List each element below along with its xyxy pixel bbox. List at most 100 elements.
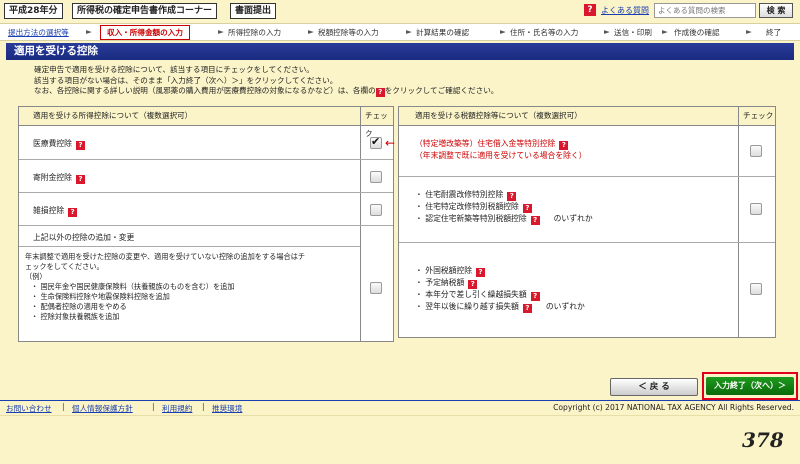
step-post-check: 作成後の確認 xyxy=(674,28,720,37)
step-navigation: 提出方法の選択等 ► 収入・所得金額の入力 ► 所得控除の入力 ► 税額控除等の… xyxy=(0,23,800,41)
foreign-tax-list: ・ 外国税額控除? ・ 予定納税額? ・ 本年分で差し引く繰越損失額? ・ 翌年… xyxy=(415,265,585,313)
step-deduction-input: 所得控除の入力 xyxy=(228,28,282,37)
step-arrow-icon: ► xyxy=(308,27,314,36)
desc-line-1: 年末調整で適用を受けた控除の変更や、適用を受けていない控除の追加をする場合はチ xyxy=(25,252,306,261)
other-deductions-checkbox[interactable] xyxy=(370,282,382,294)
income-deduction-table: 適用を受ける所得控除について（複数選択可） チェック 医療費控除? ← 寄附金控… xyxy=(18,106,396,342)
help-icon[interactable]: ? xyxy=(75,141,85,150)
step-current-income: 収入・所得金額の入力 xyxy=(100,25,190,40)
housing-renovation-checkbox[interactable] xyxy=(750,203,762,215)
other-deductions-title: 上記以外の控除の追加・変更 xyxy=(33,233,135,242)
list-item: ・ 本年分で差し引く繰越損失額? xyxy=(415,289,585,301)
table-row: 寄附金控除? xyxy=(19,160,393,193)
help-icon[interactable]: ? xyxy=(522,204,532,213)
table-header: 適用を受ける所得控除について（複数選択可） チェック xyxy=(19,107,393,138)
table-header: 適用を受ける税額控除等について（複数選択可） チェック xyxy=(399,107,775,126)
housing-loan-note: （年末調整で既に適用を受けている場合を除く） xyxy=(415,151,587,160)
list-item: ・ 配偶者控除の適用をやめる xyxy=(31,302,127,311)
donation-deduction-label: 寄附金控除? xyxy=(33,172,85,184)
bottom-area xyxy=(0,415,800,464)
tax-credit-table: 適用を受ける税額控除等について（複数選択可） チェック （特定増改築等）住宅借入… xyxy=(398,106,776,338)
step-address-input: 住所・氏名等の入力 xyxy=(510,28,579,37)
table-header-label: 適用を受ける税額控除等について（複数選択可） xyxy=(415,111,582,120)
other-deductions-row: 上記以外の控除の追加・変更 年末調整で適用を受けた控除の変更や、適用を受けていな… xyxy=(19,226,393,341)
medical-deduction-label: 医療費控除? xyxy=(33,138,85,150)
footer-separator: | xyxy=(202,402,205,411)
header: 平成28年分 所得税の確定申告書作成コーナー 書面提出 ? よくある質問 検 索 xyxy=(0,0,800,22)
intro-line-3: なお、各控除に関する詳しい説明（風邪薬の購入費用が医療費控除の対象になるかなど）… xyxy=(34,86,794,97)
red-arrow-icon: ← xyxy=(385,136,396,150)
help-icon[interactable]: ? xyxy=(68,208,78,217)
list-item: ・ 住宅耐震改修特別控除? xyxy=(415,189,593,201)
help-icon[interactable]: ? xyxy=(584,4,596,16)
other-deductions-description: 年末調整で適用を受けた控除の変更や、適用を受けていない控除の追加をする場合はチ … xyxy=(25,252,359,322)
table-row: ・ 住宅耐震改修特別控除? ・ 住宅特定改修特別税額控除? ・ 認定住宅新築等特… xyxy=(399,177,775,243)
foreign-tax-checkbox[interactable] xyxy=(750,283,762,295)
copyright: Copyright (c) 2017 NATIONAL TAX AGENCY A… xyxy=(553,403,794,412)
divider xyxy=(19,246,360,247)
list-item: ・ 予定納税額? xyxy=(415,277,585,289)
help-icon[interactable]: ? xyxy=(559,141,569,150)
page-number: 378 xyxy=(742,428,784,452)
either-label: のいずれか xyxy=(545,302,585,311)
list-item: ・ 国民年金や国民健康保険料（扶養親族のものを含む）を追加 xyxy=(31,282,235,291)
step-arrow-icon: ► xyxy=(218,27,224,36)
footer-link-terms[interactable]: 利用規約 xyxy=(162,403,192,414)
finish-input-next-button[interactable]: 入力終了（次へ）＞ xyxy=(706,377,794,395)
step-arrow-icon: ► xyxy=(86,27,92,36)
table-row: （特定増改築等）住宅借入金等特別控除? （年末調整で既に適用を受けている場合を除… xyxy=(399,126,775,177)
page-title: 適用を受ける控除 xyxy=(6,43,794,60)
intro-text: 確定申告で適用を受ける控除について、該当する項目にチェックをしてください。 該当… xyxy=(34,65,794,97)
help-icon[interactable]: ? xyxy=(530,292,540,301)
footer-link-environment[interactable]: 推奨環境 xyxy=(212,403,242,414)
table-row: 雑損控除? xyxy=(19,193,393,226)
table-row: 医療費控除? xyxy=(19,126,393,160)
list-item: ・ 生命保険料控除や地震保険料控除を追加 xyxy=(31,292,170,301)
faq-search-input[interactable] xyxy=(654,3,756,18)
help-icon[interactable]: ? xyxy=(507,192,517,201)
table-row: ・ 外国税額控除? ・ 予定納税額? ・ 本年分で差し引く繰越損失額? ・ 翌年… xyxy=(399,243,775,337)
faq-link[interactable]: よくある質問 xyxy=(601,5,649,16)
housing-loan-checkbox[interactable] xyxy=(750,145,762,157)
step-arrow-icon: ► xyxy=(500,27,506,36)
app-frame: 平成28年分 所得税の確定申告書作成コーナー 書面提出 ? よくある質問 検 索… xyxy=(0,0,800,464)
footer-link-contact[interactable]: お問い合わせ xyxy=(6,403,52,414)
desc-line-2: ェックをしてください。 xyxy=(25,262,104,271)
list-item: ・ 住宅特定改修特別税額控除? xyxy=(415,201,593,213)
footer-separator: | xyxy=(152,402,155,411)
footer-link-privacy[interactable]: 個人情報保護方針 xyxy=(72,403,133,414)
help-icon[interactable]: ? xyxy=(522,304,532,313)
donation-deduction-checkbox[interactable] xyxy=(370,171,382,183)
housing-renovation-list: ・ 住宅耐震改修特別控除? ・ 住宅特定改修特別税額控除? ・ 認定住宅新築等特… xyxy=(415,189,593,225)
footer: お問い合わせ | 個人情報保護方針 | 利用規約 | 推奨環境 Copyrigh… xyxy=(0,400,800,414)
step-send-print: 送信・印刷 xyxy=(614,28,652,37)
medical-deduction-checkbox[interactable] xyxy=(370,135,382,149)
back-button[interactable]: ＜ 戻 る xyxy=(610,378,698,396)
help-icon[interactable]: ? xyxy=(476,268,486,277)
intro-line-1: 確定申告で適用を受ける控除について、該当する項目にチェックをしてください。 xyxy=(34,65,314,74)
step-arrow-icon: ► xyxy=(406,27,412,36)
example-label: （例） xyxy=(25,272,47,281)
search-button[interactable]: 検 索 xyxy=(759,3,793,18)
footer-separator: | xyxy=(62,402,65,411)
table-header-label: 適用を受ける所得控除について（複数選択可） xyxy=(33,111,193,120)
help-icon: ? xyxy=(375,88,385,97)
step-arrow-icon: ► xyxy=(746,27,752,36)
check-column-header: チェック xyxy=(743,111,774,120)
help-icon[interactable]: ? xyxy=(530,216,540,225)
intro-line-3b: をクリックしてご確認ください。 xyxy=(384,86,499,95)
help-icon[interactable]: ? xyxy=(75,175,85,184)
either-label: のいずれか xyxy=(553,214,593,223)
step-submit-method-link[interactable]: 提出方法の選択等 xyxy=(8,27,69,38)
step-arrow-icon: ► xyxy=(604,27,610,36)
step-result-check: 計算結果の確認 xyxy=(416,28,470,37)
list-item: ・ 控除対象扶養親族を追加 xyxy=(31,312,120,321)
casualty-loss-checkbox[interactable] xyxy=(370,204,382,216)
list-item: ・ 翌年以後に繰り越す損失額? のいずれか xyxy=(415,302,585,313)
step-end: 終了 xyxy=(766,28,782,37)
year-tab: 平成28年分 xyxy=(4,3,63,19)
step-arrow-icon: ► xyxy=(662,27,668,36)
corner-title: 所得税の確定申告書作成コーナー xyxy=(72,3,218,19)
help-icon[interactable]: ? xyxy=(468,280,478,289)
next-button-highlight: 入力終了（次へ）＞ xyxy=(702,372,798,400)
